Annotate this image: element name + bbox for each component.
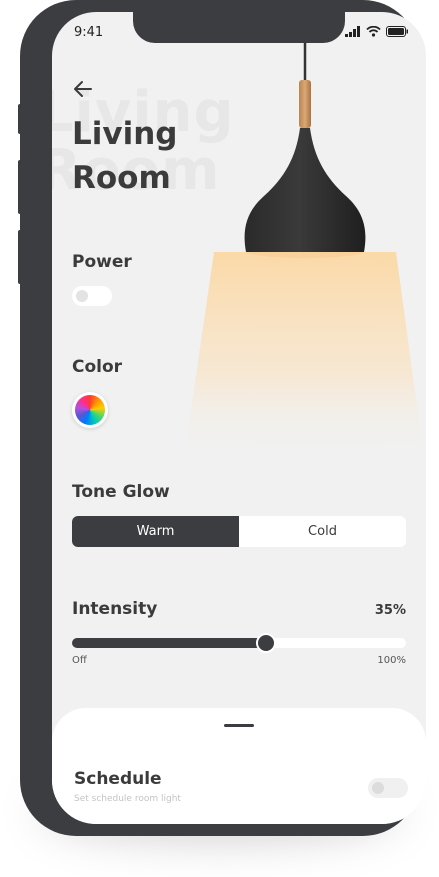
- tone-option-cold[interactable]: Cold: [239, 516, 406, 547]
- page-title-line2: Room: [72, 160, 171, 196]
- schedule-subtitle: Set schedule room light: [74, 794, 181, 804]
- schedule-toggle-knob: [372, 782, 384, 794]
- status-icons: [345, 26, 408, 37]
- pendant-lamp-illustration: [184, 42, 424, 458]
- intensity-slider-fill: [72, 638, 266, 648]
- power-toggle-knob: [76, 290, 88, 302]
- intensity-max-label: 100%: [377, 655, 406, 666]
- notch: [133, 12, 345, 43]
- color-wheel-icon: [75, 395, 105, 425]
- power-label: Power: [72, 252, 132, 272]
- tone-glow-label: Tone Glow: [72, 482, 170, 502]
- app-screen: 9:41 Living Room Living Room Power Color…: [52, 12, 426, 824]
- battery-icon: [386, 26, 408, 37]
- page-title: Living Room: [72, 112, 177, 200]
- color-label: Color: [72, 357, 123, 377]
- schedule-bottom-sheet: Schedule Set schedule room light: [52, 708, 426, 824]
- wifi-icon: [366, 26, 381, 37]
- back-arrow-icon[interactable]: [72, 78, 94, 100]
- phone-frame: 9:41 Living Room Living Room Power Color…: [20, 0, 426, 836]
- intensity-min-label: Off: [72, 655, 87, 666]
- intensity-label: Intensity: [72, 599, 158, 619]
- status-time: 9:41: [74, 25, 104, 40]
- cellular-signal-icon: [345, 26, 360, 37]
- tone-glow-segmented-control: Warm Cold: [72, 516, 406, 547]
- page-title-line1: Living: [72, 116, 178, 152]
- power-toggle[interactable]: [72, 286, 112, 306]
- sheet-drag-handle[interactable]: [224, 724, 254, 727]
- schedule-title: Schedule: [74, 769, 162, 789]
- schedule-toggle[interactable]: [368, 778, 408, 798]
- tone-option-warm[interactable]: Warm: [72, 516, 239, 547]
- intensity-slider[interactable]: [72, 633, 406, 653]
- intensity-slider-thumb[interactable]: [255, 633, 276, 653]
- intensity-value: 35%: [374, 603, 406, 618]
- color-picker-button[interactable]: [72, 392, 108, 428]
